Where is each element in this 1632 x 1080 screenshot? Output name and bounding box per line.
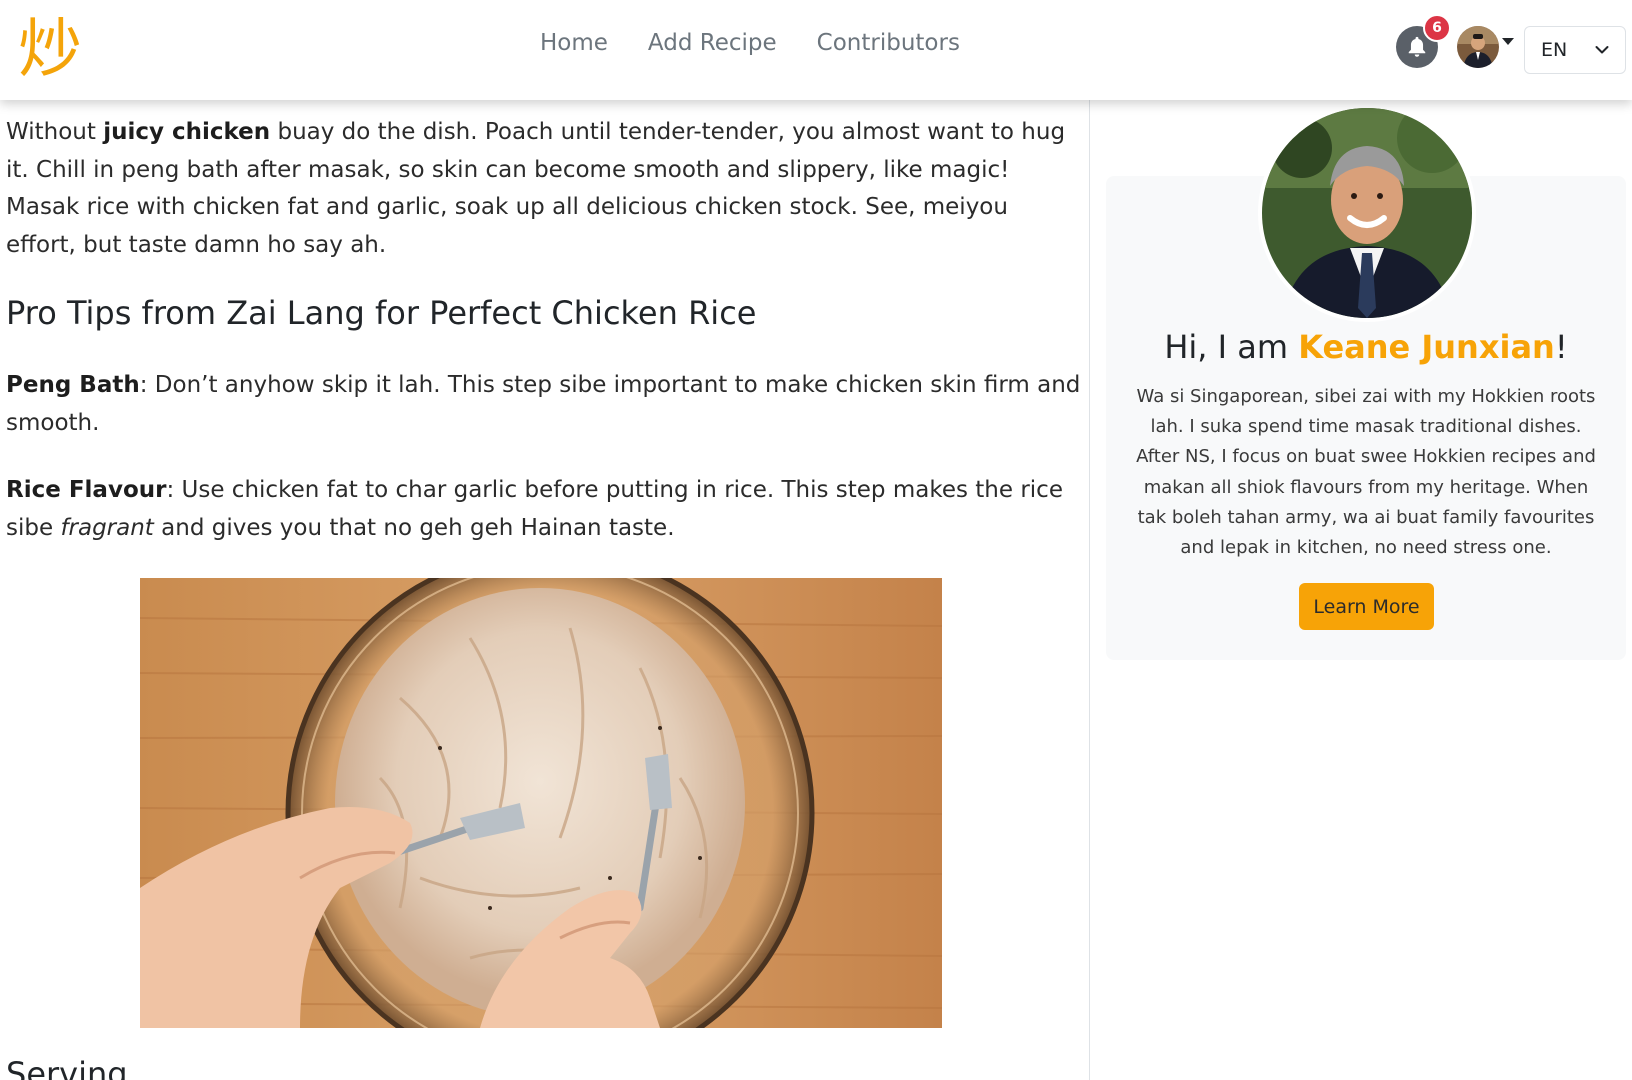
author-photo — [1262, 108, 1472, 318]
emphasis-juicy-chicken: juicy chicken — [103, 119, 271, 145]
caret-down-icon[interactable] — [1502, 38, 1514, 45]
nav-link-home[interactable]: Home — [540, 30, 608, 56]
avatar-photo — [1457, 26, 1499, 68]
author-bio: Wa si Singaporean, sibei zai with my Hok… — [1136, 386, 1596, 559]
brand-logo[interactable]: 炒 — [12, 12, 88, 88]
shredded-chicken-photo — [140, 578, 942, 1028]
intro-paragraph: Without juicy chicken buay do the dish. … — [6, 119, 1066, 258]
author-greeting: Hi, I am Keane Junxian! — [1164, 328, 1568, 366]
learn-more-button[interactable]: Learn More — [1299, 583, 1434, 630]
nav-link-add-recipe[interactable]: Add Recipe — [648, 30, 777, 56]
tip-peng-bath-title: Peng Bath — [6, 372, 140, 398]
notification-badge: 6 — [1423, 14, 1451, 42]
recipe-article: Without juicy chicken buay do the dish. … — [0, 100, 1090, 1080]
chevron-down-icon — [1595, 46, 1609, 54]
tip-rice-flavour: Rice Flavour: Use chicken fat to char ga… — [6, 477, 1063, 541]
serving-heading: Serving — [6, 1055, 128, 1080]
emphasis-fragrant: fragrant — [60, 514, 154, 541]
language-select[interactable]: EN — [1524, 26, 1626, 74]
tip-rice-flavour-title: Rice Flavour — [6, 477, 167, 503]
author-name: Keane Junxian — [1298, 328, 1555, 366]
author-avatar — [1258, 104, 1476, 322]
pro-tips-heading: Pro Tips from Zai Lang for Perfect Chick… — [6, 294, 757, 332]
tip-peng-bath: Peng Bath: Don’t anyhow skip it lah. Thi… — [6, 372, 1081, 436]
user-avatar[interactable] — [1457, 26, 1499, 68]
nav-links: Home Add Recipe Contributors — [540, 30, 960, 56]
language-value: EN — [1541, 39, 1568, 61]
navbar: 炒 Home Add Recipe Contributors 6 EN — [0, 0, 1632, 100]
nav-link-contributors[interactable]: Contributors — [817, 30, 960, 56]
bell-icon — [1408, 36, 1426, 57]
